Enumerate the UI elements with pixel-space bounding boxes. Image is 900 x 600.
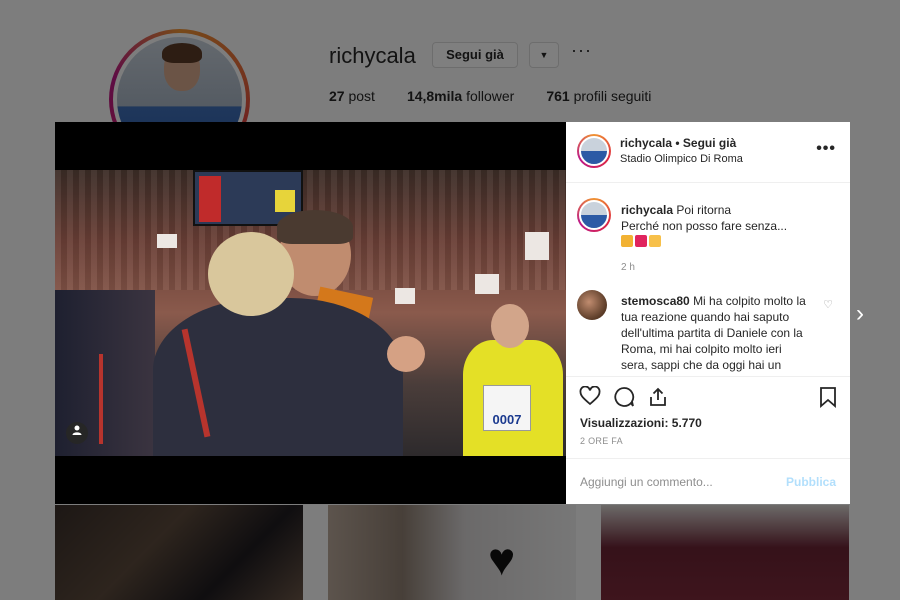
post-author: richycala • Segui già [620,136,736,150]
post-modal: 0007 richycala • Segui già Stadio Olimpi… [55,122,850,504]
post-video[interactable]: 0007 [55,122,566,504]
commenter-username[interactable]: stemosca80 [621,294,690,308]
post-timestamp: 2 ORE FA [580,436,623,446]
bookmark-icon[interactable] [819,386,837,414]
caption-time: 2 h [621,262,635,273]
caption-line-2: Perché non posso fare senza... [621,219,788,233]
share-icon[interactable] [647,386,669,414]
view-count[interactable]: Visualizzazioni: 5.770 [580,416,702,430]
author-avatar[interactable] [577,198,611,232]
separator: • [672,136,683,150]
comment-text-block: stemosca80 Mi ha colpito molto la tua re… [621,293,811,376]
post-location[interactable]: Stadio Olimpico Di Roma [620,153,743,165]
add-comment-bar: Aggiungi un commento... Pubblica [566,458,850,504]
red-heart-icon [635,235,647,247]
video-frame: 0007 [55,170,566,456]
caption-text: richycala Poi ritorna Perché non posso f… [621,202,831,251]
comment-icon[interactable] [613,386,635,414]
comments-section[interactable]: richycala Poi ritorna Perché non posso f… [566,183,850,377]
heart-icon[interactable] [579,385,601,412]
post-actions [566,378,850,418]
publish-button[interactable]: Pubblica [786,475,836,489]
user-icon[interactable] [66,422,88,444]
commenter-avatar[interactable] [577,290,607,320]
caption-line-1: Poi ritorna [676,203,732,217]
chevron-right-icon[interactable]: › [856,300,864,328]
hand-icon [649,235,661,247]
caption-emojis [621,235,661,247]
author-avatar[interactable] [577,134,611,168]
follow-status[interactable]: Segui già [683,136,736,150]
post-header: richycala • Segui già Stadio Olimpico Di… [566,122,850,183]
caption-username[interactable]: richycala [621,203,673,217]
yellow-heart-icon [621,235,633,247]
like-comment-icon[interactable]: ♡ [823,298,833,311]
comment-input[interactable]: Aggiungi un commento... [580,475,713,489]
steward-badge-number: 0007 [483,385,531,431]
more-options-icon[interactable]: ••• [816,140,836,158]
post-details-panel: richycala • Segui già Stadio Olimpico Di… [566,122,850,504]
author-username[interactable]: richycala [620,136,672,150]
